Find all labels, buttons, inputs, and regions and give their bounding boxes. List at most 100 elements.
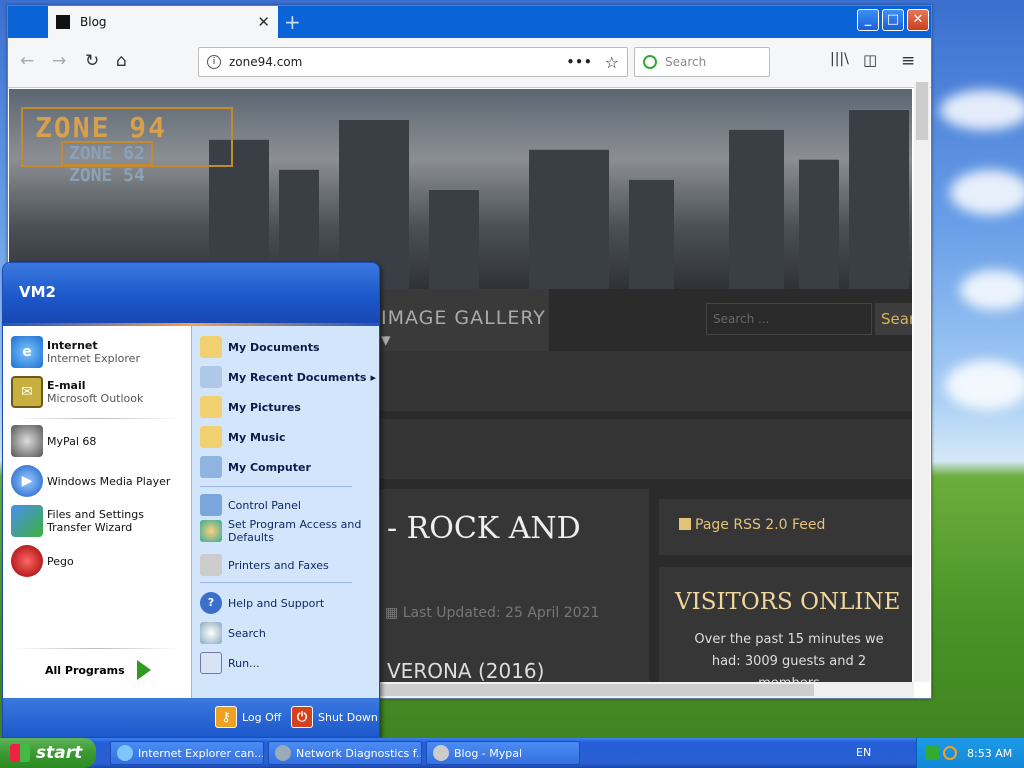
info-icon[interactable]: i bbox=[207, 55, 221, 69]
sidebar-icon[interactable]: ◫ bbox=[863, 51, 877, 69]
network-tray-icon[interactable] bbox=[925, 746, 939, 760]
control-panel[interactable]: Control Panel bbox=[200, 494, 301, 516]
logo-main: ZONE 94 bbox=[35, 111, 168, 144]
outlook-icon: ✉ bbox=[11, 376, 43, 408]
start-menu-programs: e Internet Internet Explorer ✉ E-mail Micr… bbox=[3, 326, 191, 698]
internet-explorer-icon: e bbox=[11, 336, 43, 368]
start-button[interactable]: start bbox=[0, 738, 96, 768]
run[interactable]: Run... bbox=[200, 652, 260, 674]
taskbar-item-network-diagnostics[interactable]: Network Diagnostics f... bbox=[268, 741, 422, 765]
minimize-button[interactable]: _ bbox=[857, 9, 879, 31]
bookmark-star-icon[interactable]: ☆ bbox=[605, 53, 619, 72]
back-icon[interactable]: ← bbox=[20, 51, 34, 71]
start-menu-header: VM2 bbox=[3, 263, 379, 323]
logo-sub2: ZONE 54 bbox=[69, 165, 145, 186]
my-computer[interactable]: My Computer bbox=[200, 456, 311, 478]
rss-feed-link[interactable]: Page RSS 2.0 Feed bbox=[659, 499, 912, 555]
forward-icon[interactable]: → bbox=[52, 51, 66, 71]
start-menu-places: My Documents My Recent Documents ▸ My Pic… bbox=[191, 326, 379, 698]
visitors-widget: VISITORS ONLINE Over the past 15 minutes… bbox=[659, 567, 912, 682]
my-documents[interactable]: My Documents bbox=[200, 336, 320, 358]
taskbar-item-blog[interactable]: Blog - Mypal bbox=[426, 741, 580, 765]
printer-icon bbox=[200, 554, 222, 576]
media-player-icon: ▶ bbox=[11, 465, 43, 497]
article-subtitle[interactable]: VERONA (2016) bbox=[387, 659, 544, 682]
library-icon[interactable]: |||\ bbox=[830, 51, 849, 67]
my-music[interactable]: My Music bbox=[200, 426, 286, 448]
cloud bbox=[940, 90, 1024, 130]
tab-blog[interactable]: Blog ✕ bbox=[48, 6, 278, 38]
music-folder-icon bbox=[200, 426, 222, 448]
mypal-icon bbox=[11, 425, 43, 457]
new-tab-icon[interactable]: + bbox=[284, 10, 301, 34]
search-placeholder: Search bbox=[665, 55, 707, 69]
search-engine-icon bbox=[643, 55, 657, 69]
site-search-input[interactable]: Search ... bbox=[706, 303, 872, 335]
computer-icon bbox=[200, 456, 222, 478]
help-icon: ? bbox=[200, 592, 222, 614]
start-menu-footer: ⚷ Log Off ⏻ Shut Down bbox=[3, 698, 379, 737]
clock[interactable]: 8:53 AM bbox=[967, 747, 1012, 760]
search-tray-icon[interactable] bbox=[943, 746, 957, 760]
tab-bar: Blog ✕ + _ □ ✕ bbox=[8, 6, 931, 38]
pictures-folder-icon bbox=[200, 396, 222, 418]
favicon-icon bbox=[56, 15, 70, 29]
windows-flag-icon bbox=[10, 744, 30, 762]
pinned-email[interactable]: ✉ E-mail Microsoft Outlook bbox=[11, 376, 143, 408]
control-panel-icon bbox=[200, 494, 222, 516]
url-bar[interactable]: i zone94.com ••• ☆ bbox=[198, 47, 628, 77]
system-tray: 8:53 AM bbox=[916, 738, 1024, 768]
cloud bbox=[960, 270, 1024, 310]
start-menu: VM2 e Internet Internet Explorer ✉ E-mail… bbox=[2, 262, 380, 738]
hamburger-menu-icon[interactable]: ≡ bbox=[901, 51, 915, 71]
recent-documents-icon bbox=[200, 366, 222, 388]
language-indicator[interactable]: EN bbox=[856, 746, 871, 759]
taskbar-item-ie[interactable]: Internet Explorer can... bbox=[110, 741, 264, 765]
reload-icon[interactable]: ↻ bbox=[85, 51, 99, 71]
article-title[interactable]: - ROCK AND bbox=[387, 511, 581, 546]
arrow-right-icon bbox=[136, 660, 151, 680]
maximize-button[interactable]: □ bbox=[882, 9, 904, 31]
site-search-button[interactable]: Sear bbox=[875, 303, 912, 335]
rss-icon bbox=[679, 518, 691, 530]
cloud bbox=[950, 170, 1024, 215]
shut-down-button[interactable]: ⏻ Shut Down bbox=[291, 706, 378, 728]
submenu-arrow-icon: ▸ bbox=[370, 370, 376, 384]
program-pego[interactable]: Pego bbox=[11, 545, 74, 577]
taskbar: start Internet Explorer can... Network D… bbox=[0, 738, 1024, 768]
transfer-wizard-icon bbox=[11, 505, 43, 537]
tab-title: Blog bbox=[80, 15, 107, 29]
all-programs-button[interactable]: All Programs bbox=[45, 660, 151, 680]
log-off-button[interactable]: ⚷ Log Off bbox=[215, 706, 281, 728]
power-icon: ⏻ bbox=[291, 706, 313, 728]
program-files-settings-transfer[interactable]: Files and Settings Transfer Wizard bbox=[11, 505, 183, 537]
home-icon[interactable]: ⌂ bbox=[116, 51, 127, 71]
folder-icon bbox=[200, 336, 222, 358]
search-icon bbox=[200, 622, 222, 644]
menu-item-image-gallery[interactable]: IMAGE GALLERY ▾ bbox=[381, 307, 549, 351]
help-and-support[interactable]: ? Help and Support bbox=[200, 592, 324, 614]
page-actions-icon[interactable]: ••• bbox=[567, 55, 593, 69]
vertical-scrollbar[interactable] bbox=[914, 82, 930, 682]
visitors-title: VISITORS ONLINE bbox=[675, 589, 901, 615]
search[interactable]: Search bbox=[200, 622, 266, 644]
printers-and-faxes[interactable]: Printers and Faxes bbox=[200, 554, 329, 576]
cloud bbox=[945, 360, 1024, 410]
user-name: VM2 bbox=[19, 283, 56, 301]
browser-search-input[interactable]: Search bbox=[634, 47, 770, 77]
my-recent-documents[interactable]: My Recent Documents ▸ bbox=[200, 366, 376, 388]
program-access-icon bbox=[200, 520, 222, 542]
close-button[interactable]: ✕ bbox=[907, 9, 929, 31]
close-tab-icon[interactable]: ✕ bbox=[257, 13, 270, 31]
pinned-internet[interactable]: e Internet Internet Explorer bbox=[11, 336, 140, 368]
set-program-access[interactable]: Set Program Access and Defaults bbox=[200, 518, 376, 544]
pego-icon bbox=[11, 545, 43, 577]
program-mypal[interactable]: MyPal 68 bbox=[11, 425, 96, 457]
mypal-icon bbox=[433, 745, 449, 761]
my-pictures[interactable]: My Pictures bbox=[200, 396, 301, 418]
site-banner: ZONE 94 ZONE 62 ZONE 54 bbox=[9, 89, 912, 289]
ie-icon bbox=[117, 745, 133, 761]
program-windows-media-player[interactable]: ▶ Windows Media Player bbox=[11, 465, 170, 497]
key-icon: ⚷ bbox=[215, 706, 237, 728]
network-icon bbox=[275, 745, 291, 761]
